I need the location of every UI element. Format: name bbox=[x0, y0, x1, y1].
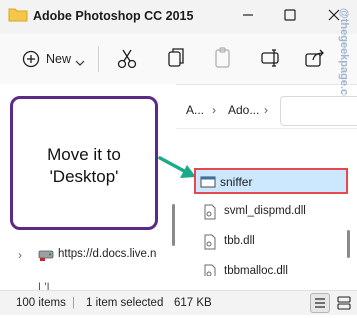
callout-text-line1: Move it to bbox=[47, 145, 121, 164]
chevron-right-icon[interactable]: › bbox=[18, 248, 22, 262]
watermark: @thegeekpage.com bbox=[338, 8, 350, 112]
breadcrumb: › A... › Ado... › bbox=[160, 92, 357, 129]
chevron-right-icon[interactable]: › bbox=[264, 103, 268, 117]
file-row-sniffer-selected[interactable]: sniffer bbox=[194, 168, 348, 194]
folder-icon bbox=[8, 6, 28, 22]
instruction-callout: Move it to 'Desktop' bbox=[10, 96, 158, 230]
breadcrumb-item[interactable]: Ado... bbox=[228, 103, 259, 117]
network-drive-icon bbox=[38, 248, 54, 262]
file-row[interactable]: svml_dispmd.dll bbox=[180, 200, 340, 224]
dll-file-icon bbox=[202, 234, 218, 250]
application-icon bbox=[200, 174, 216, 190]
file-name: tbb.dll bbox=[224, 235, 255, 247]
selection-size: 617 KB bbox=[174, 297, 212, 309]
cut-icon[interactable] bbox=[112, 42, 142, 74]
copy-icon[interactable] bbox=[160, 42, 190, 74]
chevron-down-icon bbox=[75, 54, 85, 66]
file-row[interactable]: tbbmalloc.dll bbox=[180, 260, 340, 276]
command-bar: New bbox=[0, 34, 357, 85]
chevron-right-icon[interactable]: › bbox=[212, 103, 216, 117]
selection-count: 1 item selected bbox=[86, 297, 164, 309]
dll-file-icon bbox=[202, 264, 218, 276]
title-bar: Adobe Photoshop CC 2015 bbox=[0, 0, 357, 34]
nav-item-network-location[interactable]: › https://d.docs.live.n bbox=[18, 246, 168, 266]
callout-text-line2: 'Desktop' bbox=[49, 167, 119, 186]
status-separator: | bbox=[72, 297, 75, 309]
file-list: sniffer svml_dispmd.dll tbb.dll tbbmallo… bbox=[180, 160, 348, 290]
minimize-icon[interactable] bbox=[236, 2, 260, 28]
file-row[interactable]: tbb.dll bbox=[180, 230, 340, 254]
tiles-view-icon[interactable] bbox=[334, 293, 354, 313]
file-name: tbbmalloc.dll bbox=[224, 265, 288, 276]
nav-scrollbar[interactable] bbox=[172, 204, 175, 246]
plus-circle-icon bbox=[22, 50, 40, 68]
file-name: sniffer bbox=[220, 175, 253, 189]
new-button[interactable]: New bbox=[18, 44, 88, 72]
file-name: svml_dispmd.dll bbox=[224, 205, 306, 217]
toolbar-divider bbox=[98, 46, 99, 72]
rename-icon[interactable] bbox=[256, 42, 286, 74]
window-title: Adobe Photoshop CC 2015 bbox=[33, 9, 194, 23]
nav-item-label: https://d.docs.live.n bbox=[58, 248, 157, 260]
new-button-label: New bbox=[46, 52, 72, 66]
file-list-scrollbar[interactable] bbox=[347, 230, 350, 258]
share-icon[interactable] bbox=[300, 42, 330, 74]
search-box[interactable] bbox=[280, 96, 357, 126]
details-view-icon[interactable] bbox=[310, 293, 330, 313]
dll-file-icon bbox=[202, 204, 218, 220]
status-bar: 100 items | 1 item selected 617 KB bbox=[0, 290, 357, 315]
breadcrumb-item[interactable]: A... bbox=[186, 103, 204, 117]
item-count: 100 items bbox=[16, 297, 66, 309]
paste-icon[interactable] bbox=[208, 42, 238, 74]
maximize-icon[interactable] bbox=[278, 2, 302, 28]
